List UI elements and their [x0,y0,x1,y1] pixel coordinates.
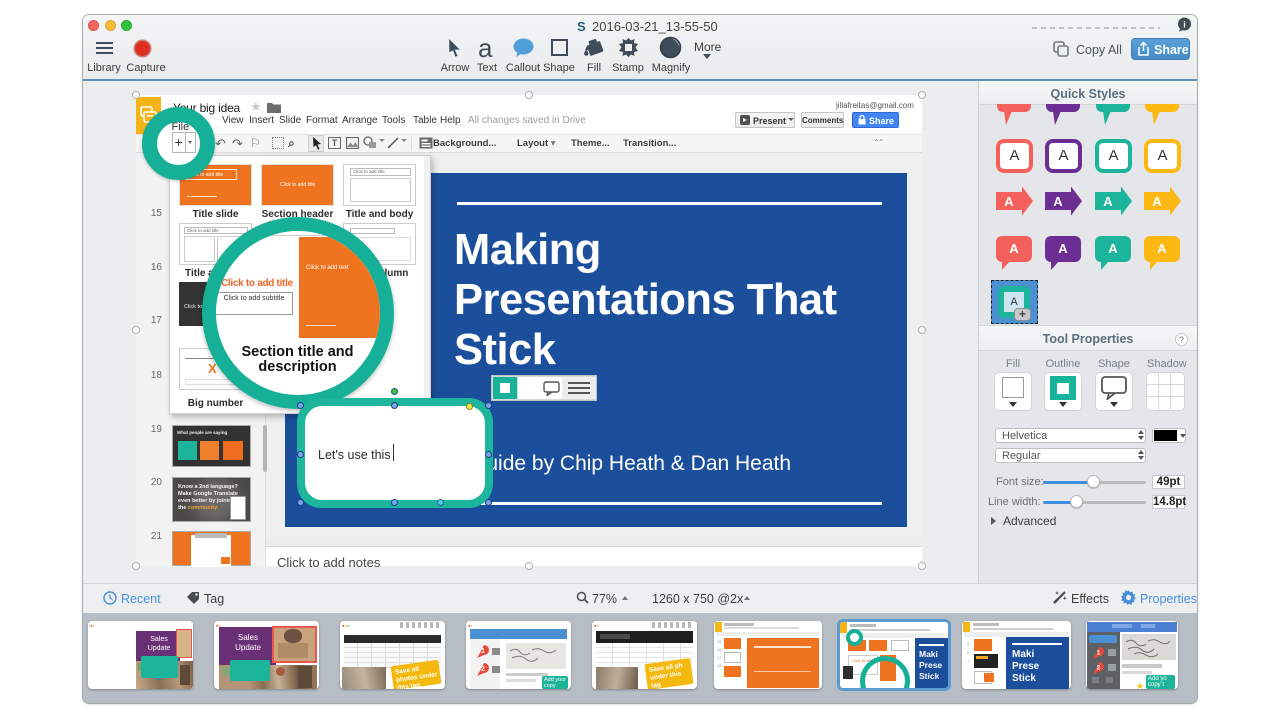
svg-text:A: A [1053,194,1063,209]
svg-text:1: 1 [481,648,485,655]
svg-text:1: 1 [1097,649,1101,656]
svg-text:2: 2 [481,666,485,673]
svg-text:A: A [1004,194,1014,209]
svg-text:A: A [1103,194,1113,209]
svg-text:i: i [1183,20,1186,30]
svg-text:2: 2 [1097,664,1101,671]
svg-text:A: A [1152,194,1162,209]
